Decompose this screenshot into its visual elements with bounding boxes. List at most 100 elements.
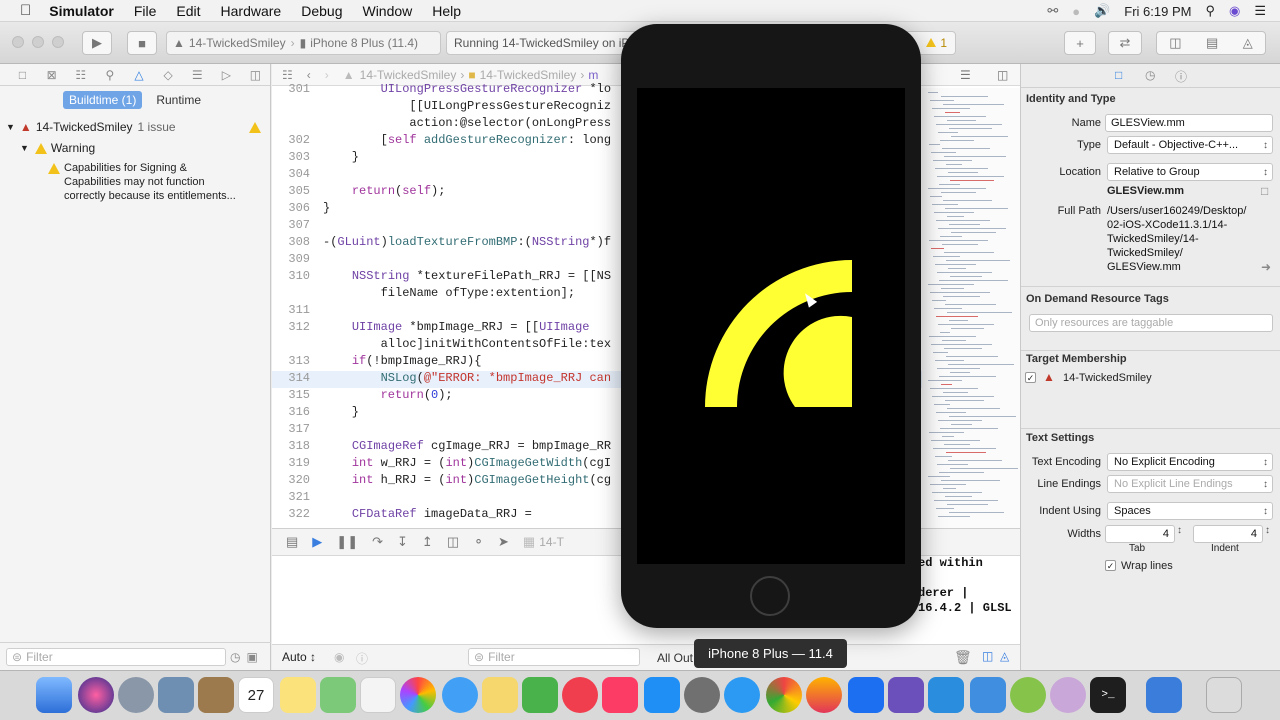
source-control-icon[interactable]: ⊠ xyxy=(37,68,66,82)
menu-window[interactable]: Window xyxy=(362,3,412,19)
type-select[interactable]: Default - Objective-C++... xyxy=(1107,136,1273,154)
editor-options-icon[interactable]: ☰ xyxy=(960,68,971,82)
vscode-icon[interactable] xyxy=(928,677,964,713)
report-icon[interactable]: ◫ xyxy=(241,68,270,82)
line-number[interactable]: 314 xyxy=(272,371,310,385)
line-number[interactable]: 301 xyxy=(272,82,310,96)
library-button[interactable]: + xyxy=(1064,31,1096,55)
run-button[interactable]: ▶ xyxy=(82,31,112,55)
tab-width-field[interactable]: 4 xyxy=(1105,525,1175,543)
dropbox-icon[interactable] xyxy=(848,677,884,713)
zoom-window-button[interactable] xyxy=(52,36,64,48)
breadcrumb-file[interactable]: m xyxy=(588,68,598,82)
line-number[interactable]: 309 xyxy=(272,252,310,266)
visual-studio-icon[interactable] xyxy=(888,677,924,713)
indent-width-stepper[interactable]: ↕ xyxy=(1265,525,1270,536)
warning-badge[interactable]: 1 xyxy=(926,36,947,50)
volume-icon[interactable]: 🔊 xyxy=(1094,3,1110,19)
encoding-select[interactable]: No Explicit Encoding xyxy=(1107,453,1273,471)
reveal-arrow-icon[interactable]: ➜ xyxy=(1261,260,1271,274)
back-icon[interactable]: ‹ xyxy=(307,68,311,82)
launchpad-icon[interactable] xyxy=(118,677,154,713)
debug-area-toggle-icon[interactable]: ▤ xyxy=(1206,35,1218,51)
variables-filter-input[interactable]: ⊜ Filter xyxy=(468,648,640,666)
numbers-icon[interactable] xyxy=(522,677,558,713)
related-items-icon[interactable]: ☷ xyxy=(282,68,293,82)
line-number[interactable]: 305 xyxy=(272,184,310,198)
warning-group-row[interactable]: ▼ Warning xyxy=(20,141,95,155)
firefox-icon[interactable] xyxy=(806,677,842,713)
location-select[interactable]: Relative to Group xyxy=(1107,163,1273,181)
split-left-icon[interactable]: ◫ xyxy=(982,649,993,663)
tab-buildtime[interactable]: Buildtime (1) xyxy=(62,91,143,109)
line-number[interactable]: 318 xyxy=(272,439,310,453)
keynote-icon[interactable] xyxy=(482,677,518,713)
news-icon[interactable] xyxy=(562,677,598,713)
notes-icon[interactable] xyxy=(280,677,316,713)
history-inspector-icon[interactable]: ◷ xyxy=(1145,68,1155,82)
line-number[interactable]: 307 xyxy=(272,218,310,232)
line-number[interactable]: 319 xyxy=(272,456,310,470)
flower-app-icon[interactable] xyxy=(1050,677,1086,713)
app-store-icon[interactable] xyxy=(644,677,680,713)
navigator-filter-input[interactable]: ⊜ Filter xyxy=(6,647,226,666)
apple-icon[interactable]:  xyxy=(20,2,31,19)
console-output-selector[interactable]: All Out xyxy=(657,651,693,665)
breakpoints-toggle-icon[interactable]: ▶ xyxy=(312,534,322,550)
breakpoint-icon[interactable]: ▷ xyxy=(212,68,241,82)
music-icon[interactable] xyxy=(602,677,638,713)
scope-selector[interactable]: Auto ↕ xyxy=(282,650,316,664)
line-number[interactable]: 310 xyxy=(272,269,310,283)
target-checkbox[interactable]: ✓ xyxy=(1025,372,1036,383)
line-endings-select[interactable]: No Explicit Line Endings xyxy=(1107,475,1273,493)
tab-runtime[interactable]: Runtime xyxy=(150,91,207,109)
vpn-icon[interactable]: ⚯ xyxy=(1047,3,1058,19)
siri-dock-icon[interactable] xyxy=(78,677,114,713)
line-number[interactable]: 315 xyxy=(272,388,310,402)
safari-icon[interactable] xyxy=(724,677,760,713)
help-inspector-icon[interactable]: ⓘ xyxy=(1175,68,1187,85)
info-icon[interactable]: ⓘ xyxy=(356,650,368,667)
menu-app-name[interactable]: Simulator xyxy=(49,3,114,19)
chrome-icon[interactable] xyxy=(766,677,802,713)
line-number[interactable]: 320 xyxy=(272,473,310,487)
issue-item[interactable]: Capabilities for Signing & Capabilities … xyxy=(48,161,236,203)
forward-icon[interactable]: › xyxy=(325,68,329,82)
wrap-lines-checkbox[interactable]: ✓ xyxy=(1105,560,1116,571)
debug-area-hide-icon[interactable]: ▤ xyxy=(286,534,298,550)
minimap[interactable] xyxy=(922,88,1020,528)
navigator-toggle-icon[interactable]: ◫ xyxy=(1169,35,1181,51)
test-icon[interactable]: ◇ xyxy=(154,68,183,82)
issues-only-icon[interactable]: ▣ xyxy=(246,650,257,664)
line-number[interactable]: 322 xyxy=(272,507,310,521)
maps-icon[interactable] xyxy=(320,677,356,713)
xcode-icon[interactable] xyxy=(970,677,1006,713)
line-number[interactable]: 313 xyxy=(272,354,310,368)
system-preferences-icon[interactable] xyxy=(684,677,720,713)
step-into-icon[interactable]: ↧ xyxy=(397,534,408,550)
view-debugger-icon[interactable]: ◫ xyxy=(447,534,459,550)
breadcrumb-folder[interactable]: 14-TwickedSmiley xyxy=(480,68,577,82)
code-review-button[interactable]: ⇄ xyxy=(1108,31,1142,55)
reminders-icon[interactable] xyxy=(360,677,396,713)
menu-hardware[interactable]: Hardware xyxy=(221,3,282,19)
simulator-screen[interactable] xyxy=(637,88,905,564)
home-button[interactable] xyxy=(750,576,790,616)
line-number[interactable]: 308 xyxy=(272,235,310,249)
disclosure-icon[interactable]: ▼ xyxy=(6,122,15,132)
siri-icon[interactable]: ◉ xyxy=(1229,3,1240,19)
memory-graph-icon[interactable]: ⚬ xyxy=(473,534,484,550)
location-icon[interactable]: ➤ xyxy=(498,534,509,550)
indent-width-field[interactable]: 4 xyxy=(1193,525,1263,543)
line-number[interactable]: 304 xyxy=(272,167,310,181)
indent-using-select[interactable]: Spaces xyxy=(1107,502,1273,520)
step-out-icon[interactable]: ↥ xyxy=(422,534,433,550)
menu-edit[interactable]: Edit xyxy=(176,3,200,19)
file-inspector-icon[interactable]: □ xyxy=(1115,68,1122,82)
line-number[interactable]: 303 xyxy=(272,150,310,164)
line-number[interactable]: 306 xyxy=(272,201,310,215)
project-row[interactable]: ▼ ▲ 14-TwickedSmiley 1 issue xyxy=(6,120,268,134)
issue-icon[interactable]: △ xyxy=(124,68,153,82)
clock[interactable]: Fri 6:19 PM xyxy=(1124,4,1191,19)
recent-filter-icon[interactable]: ◷ xyxy=(230,650,240,664)
